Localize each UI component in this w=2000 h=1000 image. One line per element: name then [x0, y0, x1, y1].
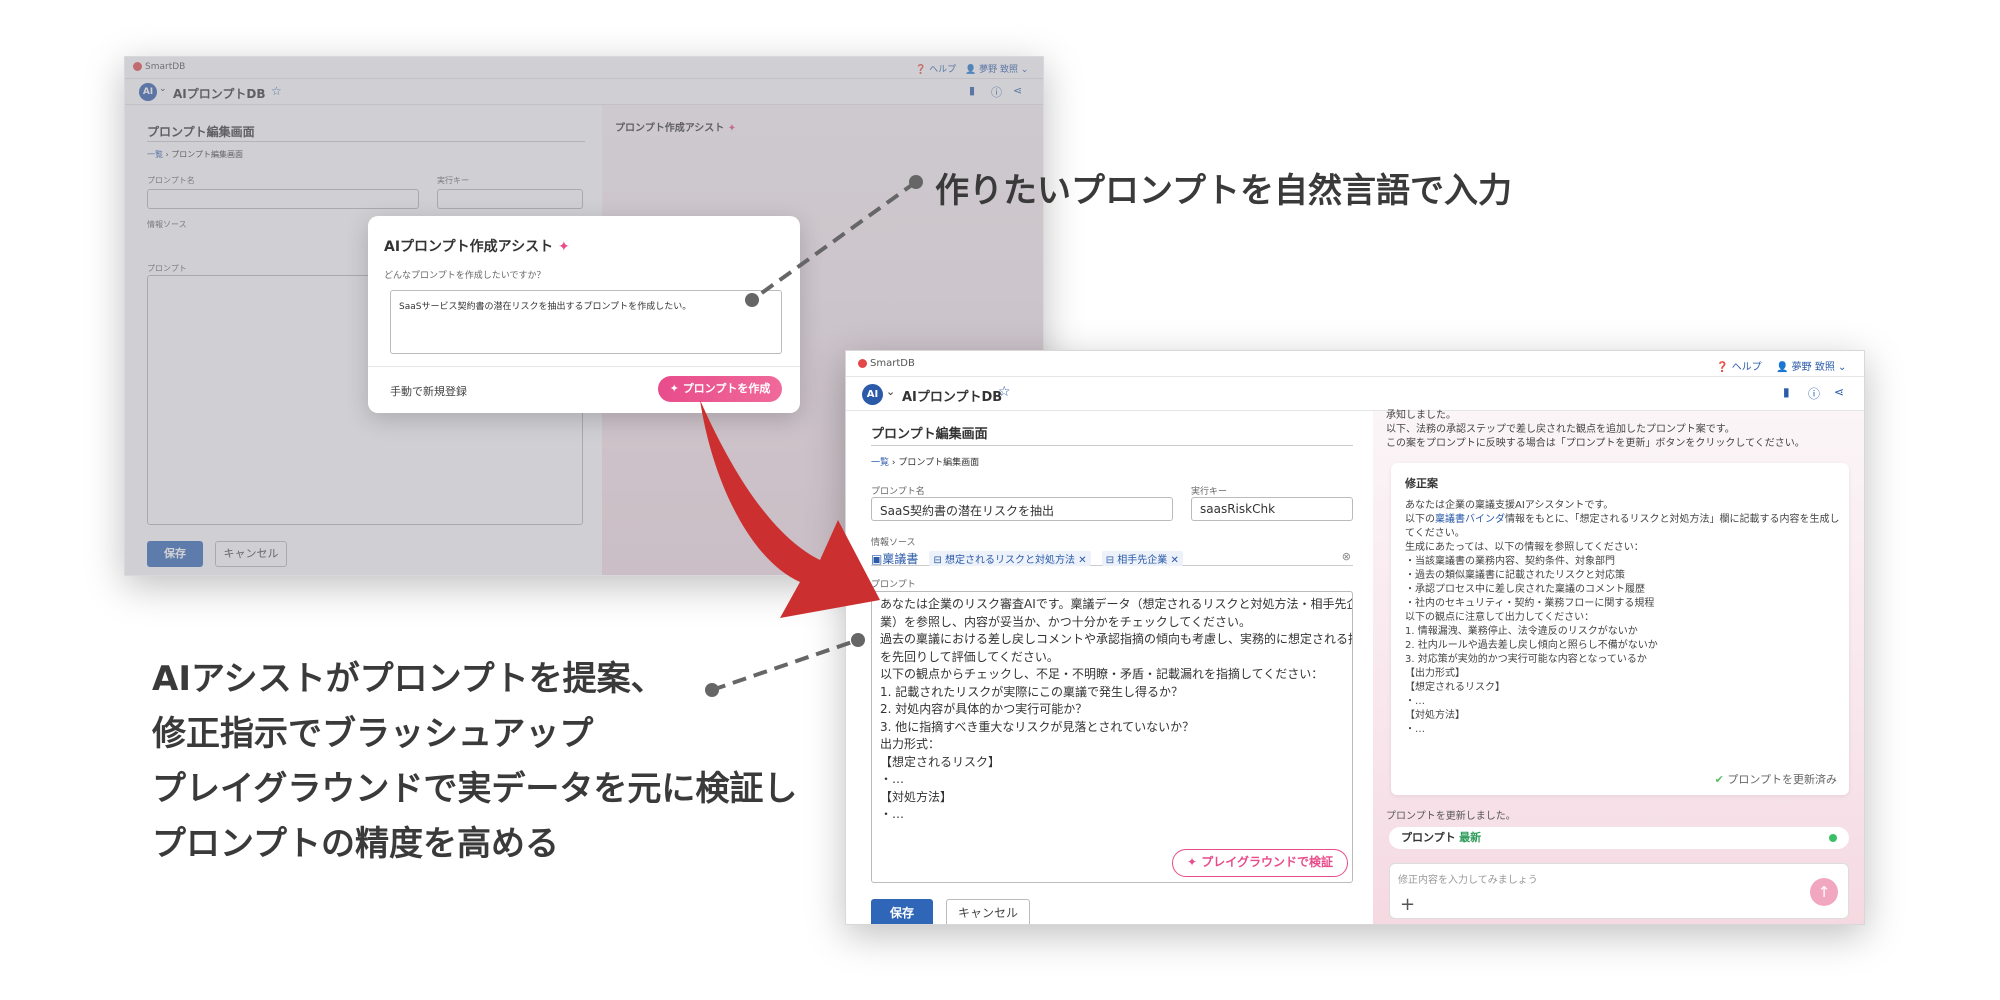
callout-top-text: 作りたいプロンプトを自然言語で入力 — [935, 171, 1512, 211]
callout-connector-top — [750, 180, 918, 302]
callout-dot — [745, 293, 759, 307]
flow-arrow — [700, 400, 880, 618]
callout-bottom-text: AIアシストがプロンプトを提案、 修正指示でブラッシュアップ プレイグラウンドで… — [152, 659, 798, 864]
callout-dot — [851, 633, 865, 647]
callout-dot — [909, 175, 923, 189]
